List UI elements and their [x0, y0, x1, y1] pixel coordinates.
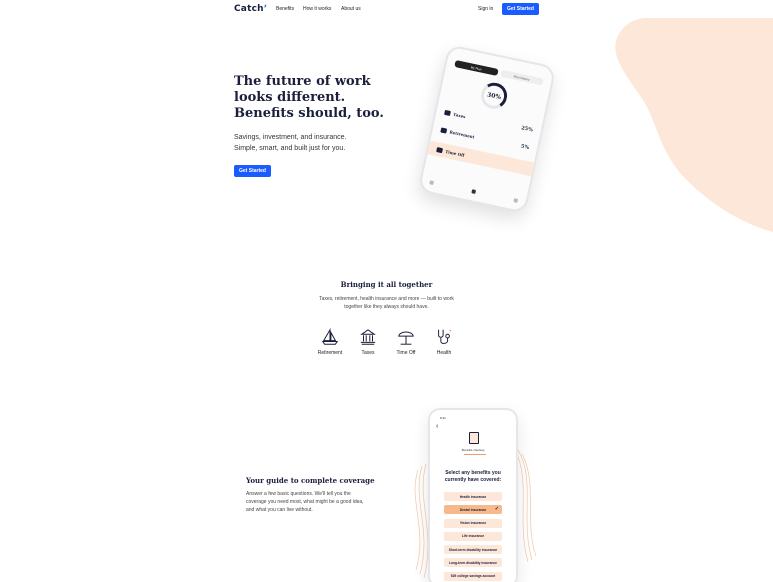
decorative-blob: [615, 18, 773, 232]
nav-link-how-it-works[interactable]: How it works: [303, 6, 331, 12]
checklist-icon: [469, 432, 479, 444]
option-life-insurance[interactable]: Life insurance: [444, 531, 502, 541]
taxes-icon: [444, 109, 452, 116]
option-vision-insurance[interactable]: Vision insurance: [444, 518, 502, 528]
option-short-term-disability[interactable]: Short-term disability insurance: [444, 545, 502, 555]
tab-my-plan: My Plan: [454, 59, 499, 76]
phone-mockup-benefits-checkup: 9:41 ‹ Benefits checkup Select any benef…: [428, 408, 518, 582]
umbrella-icon: [398, 331, 414, 345]
together-subtitle: Taxes, retirement, health insurance and …: [319, 296, 454, 310]
feature-health: Health: [424, 328, 464, 356]
hero-subtitle: Savings, investment, and insurance. Simp…: [234, 134, 347, 152]
option-dental-insurance[interactable]: Dental insurance ✓: [444, 505, 502, 515]
coverage-subtitle: Answer a few basic questions. We'll tell…: [246, 491, 364, 513]
building-icon: [360, 329, 376, 345]
phone-tab-bar: [429, 179, 519, 204]
option-529-college-savings[interactable]: 529 college savings account: [444, 571, 502, 581]
feature-taxes: Taxes: [348, 328, 388, 356]
nav-link-about-us[interactable]: About us: [341, 6, 361, 12]
coverage-title: Your guide to complete coverage: [246, 476, 375, 485]
nav-get-started-button[interactable]: Get Started: [502, 3, 539, 15]
option-long-term-disability[interactable]: Long-term disability insurance: [444, 558, 502, 568]
top-nav: Catchʼ Benefits How it works About us Si…: [0, 0, 773, 20]
tab-plan-history: Plan History: [499, 69, 544, 86]
phone-mockup-plan: My Plan Plan History 30% Taxes 25% Retir…: [417, 44, 557, 214]
status-bar-time: 9:41: [440, 416, 446, 420]
feature-retirement: Retirement: [310, 328, 350, 356]
hero-get-started-button[interactable]: Get Started: [234, 165, 271, 177]
together-title: Bringing it all together: [340, 280, 433, 289]
nav-link-benefits[interactable]: Benefits: [276, 6, 294, 12]
time-off-icon: [436, 146, 444, 153]
stethoscope-icon: [438, 329, 452, 344]
benefits-question: Select any benefits you currently have c…: [444, 470, 502, 483]
sailboat-icon: [321, 328, 339, 345]
catch-logo[interactable]: Catchʼ: [234, 4, 267, 14]
progress-ring: 30%: [478, 80, 510, 112]
retirement-icon: [440, 126, 448, 134]
feature-time-off: Time Off: [386, 328, 426, 356]
checkmark-icon: ✓: [494, 506, 499, 513]
benefits-checkup-label: Benefits checkup: [461, 448, 485, 452]
back-chevron-icon[interactable]: ‹: [436, 423, 438, 430]
hero-title: The future of work looks different. Bene…: [234, 74, 384, 121]
benefit-options-list: Health insurance Dental insurance ✓ Visio…: [444, 492, 502, 581]
plan-tabs: My Plan Plan History: [454, 59, 544, 86]
sign-in-link[interactable]: Sign in: [478, 6, 493, 12]
option-health-insurance[interactable]: Health insurance: [444, 492, 502, 501]
